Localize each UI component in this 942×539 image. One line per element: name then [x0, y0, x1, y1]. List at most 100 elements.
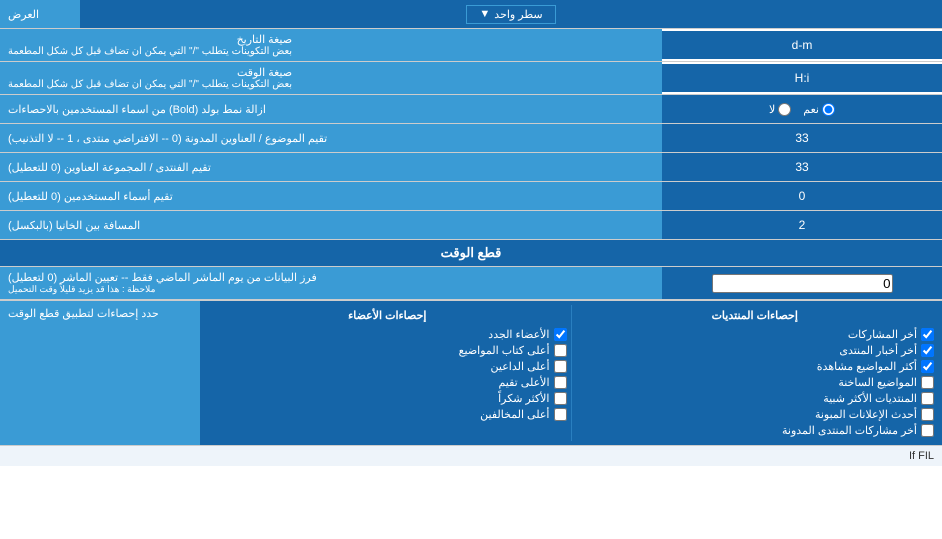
- cutoff-section-header: قطع الوقت: [0, 240, 942, 267]
- members-stats-col: إحصاءات الأعضاء الأعضاء الجدد أعلى كتاب …: [204, 305, 571, 441]
- user-names-input-container: [662, 182, 942, 210]
- stat-forum-1-label: أخر المشاركات: [848, 328, 917, 341]
- stats-section-label: حدد إحصاءات لتطبيق قطع الوقت: [0, 301, 200, 445]
- stat-forum-1: أخر المشاركات: [576, 328, 935, 341]
- cutoff-input[interactable]: [712, 274, 893, 293]
- top-row: سطر واحد ▼ العرض: [0, 0, 942, 29]
- stat-member-5-cb[interactable]: [554, 392, 567, 405]
- forum-pagination-input-container: [662, 153, 942, 181]
- top-label-text: العرض: [8, 8, 39, 21]
- time-format-input[interactable]: [666, 71, 938, 85]
- dropdown-value: سطر واحد: [494, 8, 542, 21]
- stat-member-3-label: أعلى الداعين: [491, 360, 550, 373]
- stat-member-1: الأعضاء الجدد: [208, 328, 567, 341]
- cutoff-header-text: قطع الوقت: [441, 245, 502, 260]
- forum-pagination-label: تقيم الفنتدى / المجموعة العناوين (0 للتع…: [0, 153, 662, 181]
- stat-forum-3-cb[interactable]: [921, 360, 934, 373]
- stat-member-2-cb[interactable]: [554, 344, 567, 357]
- stat-member-4-cb[interactable]: [554, 376, 567, 389]
- top-label: العرض: [0, 0, 80, 28]
- members-stats-col-header: إحصاءات الأعضاء: [208, 309, 567, 325]
- time-format-sub-label: بعض التكوينات يتطلب "/" التي يمكن ان تضا…: [8, 79, 292, 90]
- forum-pagination-row: تقيم الفنتدى / المجموعة العناوين (0 للتع…: [0, 153, 942, 182]
- stats-section: إحصاءات المنتديات أخر المشاركات أخر أخبا…: [0, 300, 942, 445]
- checkbox-group: إحصاءات المنتديات أخر المشاركات أخر أخبا…: [200, 301, 942, 445]
- cutoff-row: فرز البيانات من يوم الماشر الماضي فقط --…: [0, 267, 942, 300]
- cutoff-sub-label: ملاحظة : هذا قد يزيد قليلاً وقت التحميل: [8, 284, 156, 295]
- stat-member-2: أعلى كتاب المواضيع: [208, 344, 567, 357]
- stat-member-4: الأعلى تقيم: [208, 376, 567, 389]
- topic-pagination-label-text: تقيم الموضوع / العناوين المدونة (0 -- ال…: [8, 132, 327, 145]
- time-format-label: صيغة الوقت بعض التكوينات يتطلب "/" التي …: [0, 62, 662, 94]
- cutoff-label: فرز البيانات من يوم الماشر الماضي فقط --…: [0, 267, 662, 299]
- user-names-input[interactable]: [666, 189, 938, 203]
- date-format-main-label: صيغة التاريخ: [8, 33, 292, 46]
- stat-forum-7: أخر مشاركات المنتدى المدونة: [576, 424, 935, 437]
- stat-forum-3-label: أكثر المواضيع مشاهدة: [817, 360, 917, 373]
- date-format-sub-label: بعض التكوينات يتطلب "/" التي يمكن ان تضا…: [8, 46, 292, 57]
- stat-member-6-cb[interactable]: [554, 408, 567, 421]
- forum-pagination-input[interactable]: [666, 160, 938, 174]
- user-names-label-text: تقيم أسماء المستخدمين (0 للتعطيل): [8, 190, 173, 203]
- stat-member-3: أعلى الداعين: [208, 360, 567, 373]
- dropdown-arrow: ▼: [479, 8, 490, 20]
- bold-remove-no-radio[interactable]: [778, 103, 791, 116]
- stat-forum-2: أخر أخبار المنتدى: [576, 344, 935, 357]
- stat-forum-4-label: المواضيع الساخنة: [838, 376, 917, 389]
- stat-member-6: أعلى المخالفين: [208, 408, 567, 421]
- date-format-label: صيغة التاريخ بعض التكوينات يتطلب "/" الت…: [0, 29, 662, 61]
- gap-pages-row: المسافة بين الخانيا (بالبكسل): [0, 211, 942, 240]
- stat-member-4-label: الأعلى تقيم: [498, 376, 549, 389]
- gap-pages-input-container: [662, 211, 942, 239]
- cutoff-main-label: فرز البيانات من يوم الماشر الماضي فقط --…: [8, 271, 317, 284]
- stat-member-1-cb[interactable]: [554, 328, 567, 341]
- stat-forum-2-cb[interactable]: [921, 344, 934, 357]
- bold-remove-label: ازالة نمط بولد (Bold) من اسماء المستخدمي…: [0, 95, 662, 123]
- stat-forum-4-cb[interactable]: [921, 376, 934, 389]
- bold-remove-no-label[interactable]: لا: [769, 103, 791, 116]
- date-format-input[interactable]: [666, 38, 938, 52]
- bold-remove-row: نعم لا ازالة نمط بولد (Bold) من اسماء ال…: [0, 95, 942, 124]
- user-names-row: تقيم أسماء المستخدمين (0 للتعطيل): [0, 182, 942, 211]
- stat-member-5: الأكثر شكراً: [208, 392, 567, 405]
- display-input: سطر واحد ▼: [80, 0, 942, 28]
- stat-member-5-label: الأكثر شكراً: [498, 392, 549, 405]
- bold-remove-yes-label[interactable]: نعم: [803, 103, 835, 116]
- stat-forum-7-label: أخر مشاركات المنتدى المدونة: [782, 424, 917, 437]
- bottom-text-content: If FIL: [909, 450, 934, 462]
- topic-pagination-input-container: [662, 124, 942, 152]
- bold-remove-options: نعم لا: [662, 95, 942, 123]
- forums-stats-col: إحصاءات المنتديات أخر المشاركات أخر أخبا…: [572, 305, 939, 441]
- time-format-main-label: صيغة الوقت: [8, 66, 292, 79]
- time-format-row: صيغة الوقت بعض التكوينات يتطلب "/" التي …: [0, 62, 942, 95]
- cutoff-input-container: [662, 267, 942, 299]
- gap-pages-input[interactable]: [666, 218, 938, 232]
- stat-member-1-label: الأعضاء الجدد: [488, 328, 549, 341]
- forums-stats-col-header: إحصاءات المنتديات: [576, 309, 935, 325]
- forum-pagination-label-text: تقيم الفنتدى / المجموعة العناوين (0 للتع…: [8, 161, 211, 174]
- stat-forum-3: أكثر المواضيع مشاهدة: [576, 360, 935, 373]
- col-divider: [571, 305, 572, 441]
- date-format-input-container: [662, 31, 942, 59]
- stat-member-2-label: أعلى كتاب المواضيع: [459, 344, 550, 357]
- date-format-row: صيغة التاريخ بعض التكوينات يتطلب "/" الت…: [0, 29, 942, 62]
- stat-forum-5-cb[interactable]: [921, 392, 934, 405]
- bold-no-text: لا: [769, 103, 775, 116]
- stat-member-3-cb[interactable]: [554, 360, 567, 373]
- stat-forum-5: المنتديات الأكثر شبية: [576, 392, 935, 405]
- stat-forum-6-label: أحدث الإعلانات المبونة: [815, 408, 917, 421]
- time-format-input-container: [662, 64, 942, 92]
- bold-yes-text: نعم: [803, 103, 819, 116]
- topic-pagination-input[interactable]: [666, 131, 938, 145]
- stat-forum-4: المواضيع الساخنة: [576, 376, 935, 389]
- stat-forum-7-cb[interactable]: [921, 424, 934, 437]
- stat-forum-1-cb[interactable]: [921, 328, 934, 341]
- bold-remove-yes-radio[interactable]: [822, 103, 835, 116]
- bold-remove-label-text: ازالة نمط بولد (Bold) من اسماء المستخدمي…: [8, 103, 266, 116]
- gap-pages-label-text: المسافة بين الخانيا (بالبكسل): [8, 219, 140, 232]
- stat-member-6-label: أعلى المخالفين: [480, 408, 549, 421]
- stat-forum-6-cb[interactable]: [921, 408, 934, 421]
- display-dropdown[interactable]: سطر واحد ▼: [466, 5, 555, 24]
- stat-forum-5-label: المنتديات الأكثر شبية: [823, 392, 917, 405]
- topic-pagination-row: تقيم الموضوع / العناوين المدونة (0 -- ال…: [0, 124, 942, 153]
